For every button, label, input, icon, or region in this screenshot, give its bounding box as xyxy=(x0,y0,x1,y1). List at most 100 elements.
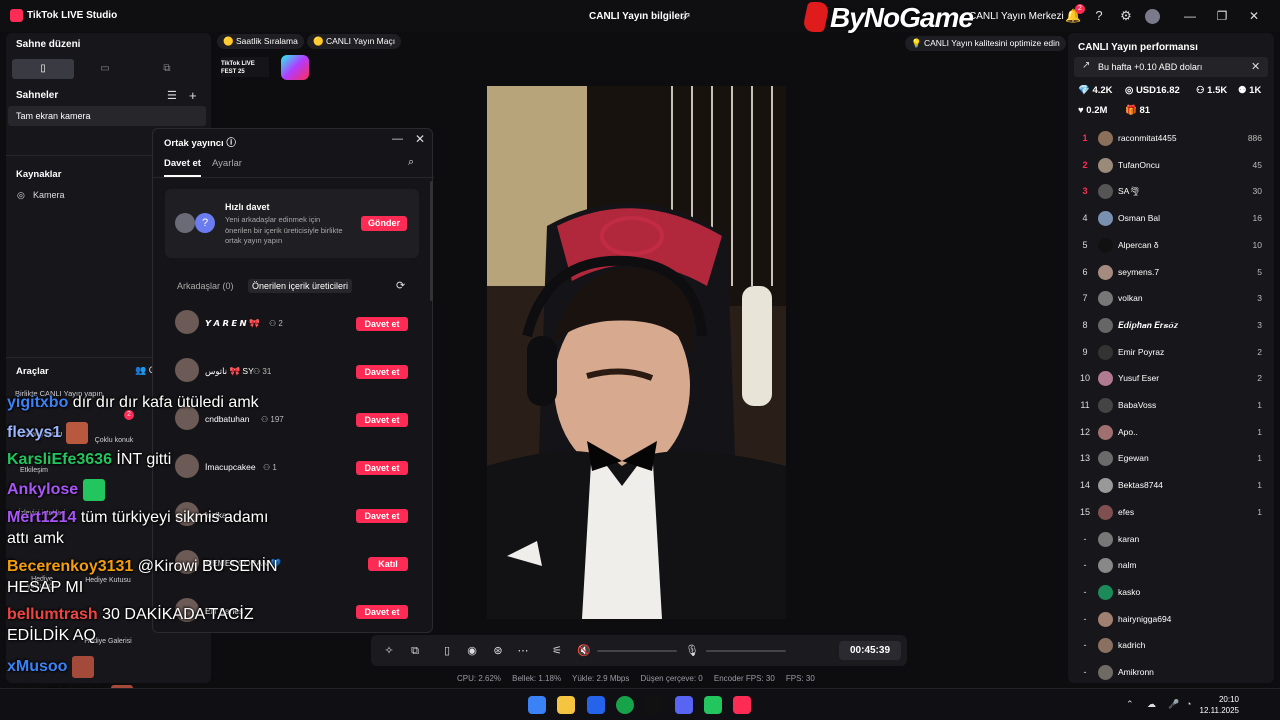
invite-button[interactable]: Davet et xyxy=(356,605,408,619)
viewer-name[interactable]: efes xyxy=(1118,507,1134,517)
invite-button[interactable]: Davet et xyxy=(356,461,408,475)
close-icon[interactable]: ✕ xyxy=(415,132,425,146)
invite-button[interactable]: Davet et xyxy=(356,413,408,427)
multi-layout-button[interactable]: ⧉ xyxy=(136,59,198,79)
mic-icon[interactable]: 🎤 xyxy=(1168,699,1179,710)
more-icon[interactable]: ⋯ xyxy=(516,644,530,658)
viewer-name[interactable]: Bektas8744 xyxy=(1118,480,1163,490)
live-match-pill[interactable]: 🟡 CANLI Yayın Maçı xyxy=(307,34,402,49)
avatar[interactable] xyxy=(1098,398,1113,413)
tab-friends[interactable]: Arkadaşlar (0) xyxy=(177,281,234,291)
viewer-name[interactable]: volkan xyxy=(1118,293,1143,303)
file-explorer-icon[interactable] xyxy=(557,696,575,714)
avatar[interactable] xyxy=(1098,264,1113,280)
phone-icon[interactable]: ▯ xyxy=(440,644,454,658)
tab-settings[interactable]: Ayarlar xyxy=(212,158,242,169)
viewer-name[interactable]: kadrich xyxy=(1118,640,1145,650)
minimize-button[interactable]: — xyxy=(1182,8,1198,24)
viewer-name[interactable]: TufanOncu xyxy=(1118,160,1160,170)
gear-icon[interactable]: ⚙ xyxy=(1118,8,1134,24)
minimize-dialog-icon[interactable]: — xyxy=(392,133,403,145)
avatar[interactable] xyxy=(1098,344,1113,360)
source-item[interactable]: Kamera xyxy=(33,190,65,200)
discord-icon[interactable] xyxy=(675,696,693,714)
live-fest-banner[interactable]: TikTok LIVE FEST 25 xyxy=(221,57,269,77)
avatar[interactable] xyxy=(1098,584,1113,600)
viewer-name[interactable]: Egewan xyxy=(1118,453,1149,463)
refresh-icon[interactable]: ⟳ xyxy=(396,279,405,292)
close-window-button[interactable]: ✕ xyxy=(1246,8,1262,24)
viewer-name[interactable]: hairynigga694 xyxy=(1118,614,1171,624)
send-button[interactable]: Gönder xyxy=(361,216,407,231)
record-icon[interactable]: ◉ xyxy=(465,644,479,658)
viewer-name[interactable]: Alpercan δ xyxy=(1118,240,1159,250)
tiktok-studio-icon[interactable] xyxy=(733,696,751,714)
invite-button[interactable]: Davet et xyxy=(356,509,408,523)
avatar[interactable] xyxy=(1098,291,1113,307)
avatar[interactable] xyxy=(1098,424,1113,440)
viewer-name[interactable]: kasko xyxy=(1118,587,1140,597)
close-icon[interactable]: ✕ xyxy=(1251,60,1260,73)
tray-chevron-icon[interactable]: ⌃ xyxy=(1126,699,1134,710)
help-icon[interactable]: ? xyxy=(1091,8,1107,24)
app-icon[interactable] xyxy=(587,696,605,714)
chrome-icon[interactable] xyxy=(616,696,634,714)
magic-effects-icon[interactable]: ✧ xyxy=(382,644,396,658)
avatar[interactable] xyxy=(1098,531,1113,547)
join-button[interactable]: Katıl xyxy=(368,557,408,571)
info-icon[interactable]: ⓘ xyxy=(226,138,236,149)
avatar[interactable] xyxy=(1098,184,1113,200)
avatar[interactable] xyxy=(1098,478,1113,494)
avatar[interactable] xyxy=(175,310,199,334)
landscape-layout-button[interactable]: ▭ xyxy=(74,59,136,79)
speaker-muted-icon[interactable]: 🔇 xyxy=(577,644,591,658)
wifi-icon[interactable]: ◔ xyxy=(1186,699,1191,709)
network-icon[interactable]: ☁ xyxy=(1147,699,1156,710)
app-icon[interactable] xyxy=(704,696,722,714)
avatar[interactable] xyxy=(1098,157,1113,173)
tool-multiguest[interactable]: Çoklu konuk xyxy=(90,437,138,444)
tool-gift-box[interactable]: Hediye Kutusu xyxy=(84,577,132,584)
viewer-name[interactable]: BabaVoss xyxy=(1118,400,1156,410)
fest-badge-icon[interactable] xyxy=(281,55,309,80)
avatar[interactable] xyxy=(175,358,199,382)
optimize-quality-pill[interactable]: 💡 CANLI Yayın kalitesini optimize edin xyxy=(905,36,1066,51)
viewer-name[interactable]: raconmitat4455 xyxy=(1118,133,1177,143)
avatar[interactable] xyxy=(1098,131,1113,146)
live-center-button[interactable]: CANLI Yayın Merkezi xyxy=(969,11,1064,22)
start-icon[interactable] xyxy=(528,696,546,714)
viewer-name[interactable]: seymens.7 xyxy=(1118,267,1159,277)
viewer-name[interactable]: Yusuf Eser xyxy=(1118,373,1159,383)
speaker-volume-slider[interactable] xyxy=(597,650,677,652)
avatar[interactable] xyxy=(1098,237,1113,253)
invite-button[interactable]: Davet et xyxy=(356,365,408,379)
avatar[interactable] xyxy=(175,454,199,478)
search-icon[interactable]: ⌕ xyxy=(408,156,414,169)
avatar[interactable] xyxy=(1098,611,1113,627)
viewer-name[interactable]: Amikronn xyxy=(1118,667,1154,677)
list-icon[interactable]: ☰ xyxy=(167,89,177,102)
viewer-name[interactable]: Emir Poyraz xyxy=(1118,347,1164,357)
tab-invite[interactable]: Davet et xyxy=(164,158,201,177)
viewer-name[interactable]: nalm xyxy=(1118,560,1136,570)
avatar[interactable] xyxy=(1098,665,1113,680)
avatar[interactable] xyxy=(1098,504,1113,520)
scrollbar[interactable] xyxy=(430,181,433,301)
maximize-button[interactable]: ❐ xyxy=(1214,8,1230,24)
avatar[interactable] xyxy=(1098,317,1113,333)
avatar[interactable] xyxy=(1098,451,1113,467)
viewer-name[interactable]: Apo.. xyxy=(1118,427,1138,437)
layout-edit-icon[interactable]: ⧉ xyxy=(408,644,422,658)
hourly-ranking-pill[interactable]: 🟡 Saatlik Sıralama xyxy=(217,34,304,49)
avatar[interactable] xyxy=(1098,211,1113,227)
viewer-name[interactable]: Osman Bal xyxy=(1118,213,1160,223)
live-info-button[interactable]: CANLI Yayın bilgileri xyxy=(589,11,687,22)
viewer-name[interactable]: SA🌪 xyxy=(1118,186,1140,197)
portrait-layout-button[interactable]: ▯ xyxy=(12,59,74,79)
mic-volume-slider[interactable] xyxy=(706,650,786,652)
replay-icon[interactable]: ⊛ xyxy=(491,644,505,658)
invite-button[interactable]: Davet et xyxy=(356,317,408,331)
scene-item[interactable]: Tam ekran kamera xyxy=(8,106,206,126)
viewer-name[interactable]: 𝑬𝒅𝒊𝒑𝒉𝒂𝒏 𝑬𝒓𝒔𝒐̈𝒛 xyxy=(1118,320,1178,331)
avatar[interactable] xyxy=(1098,558,1113,574)
